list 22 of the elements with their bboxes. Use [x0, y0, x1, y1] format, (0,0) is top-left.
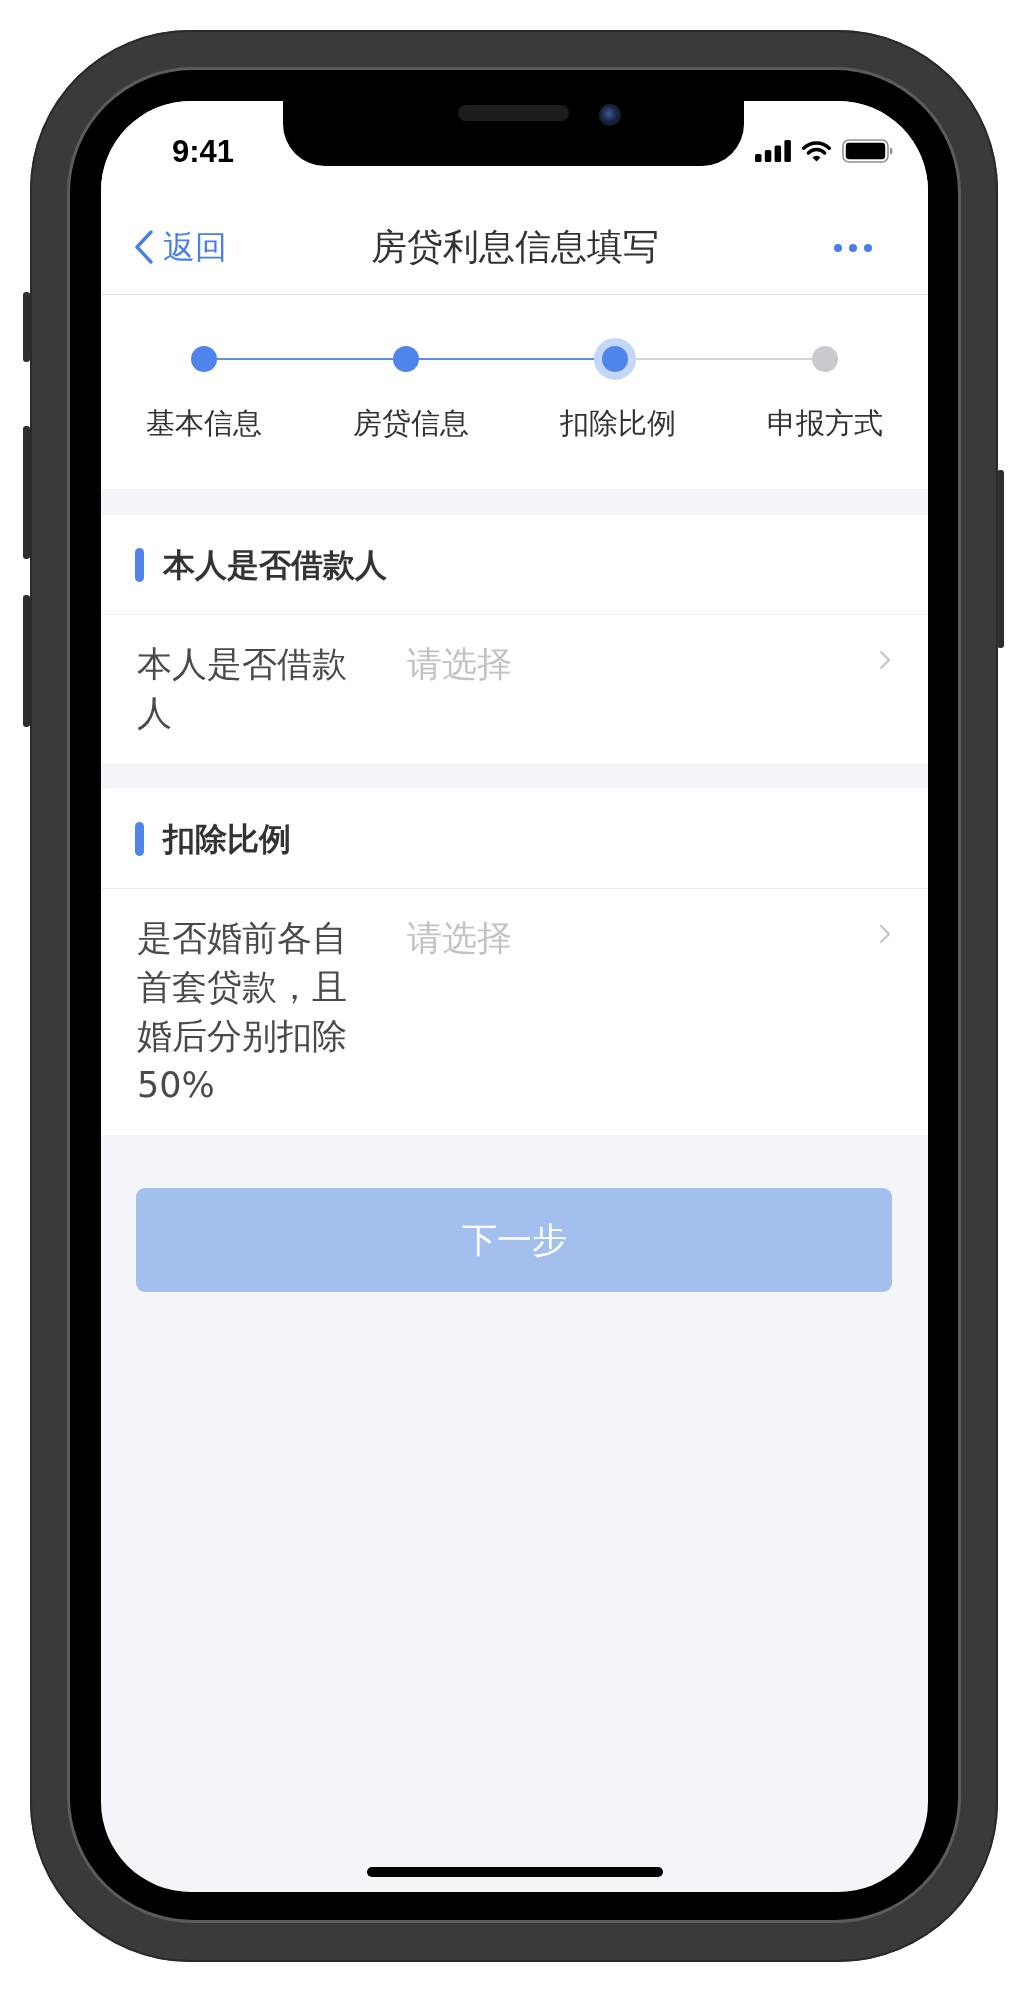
wifi-icon — [801, 140, 832, 162]
chevron-left-icon — [134, 230, 154, 265]
battery-icon — [842, 139, 893, 163]
more-icon[interactable] — [834, 243, 872, 252]
field-label: 本人是否借款人 — [137, 643, 348, 735]
section-title: 本人是否借款人 — [163, 544, 387, 586]
clock-time: 9:41 — [172, 135, 235, 167]
back-button[interactable]: 返回 — [134, 228, 227, 267]
vertical-bar-icon — [135, 547, 144, 582]
signal-icon — [755, 140, 791, 162]
step-label: 扣除比例 — [558, 405, 677, 442]
select-field[interactable]: 请选择 — [407, 640, 879, 689]
chevron-right-icon — [879, 924, 891, 944]
field-label: 是否婚前各自首套贷款，且婚后分别扣除50% — [137, 917, 348, 1107]
page-title: 房贷利息信息填写 — [370, 225, 659, 270]
step-label: 房贷信息 — [352, 405, 471, 442]
chevron-right-icon — [879, 650, 891, 670]
step-label: 基本信息 — [145, 405, 264, 442]
vertical-bar-icon — [135, 821, 144, 856]
step-label: 申报方式 — [765, 405, 884, 442]
select-field[interactable]: 请选择 — [407, 914, 879, 963]
section-title: 扣除比例 — [163, 818, 291, 860]
